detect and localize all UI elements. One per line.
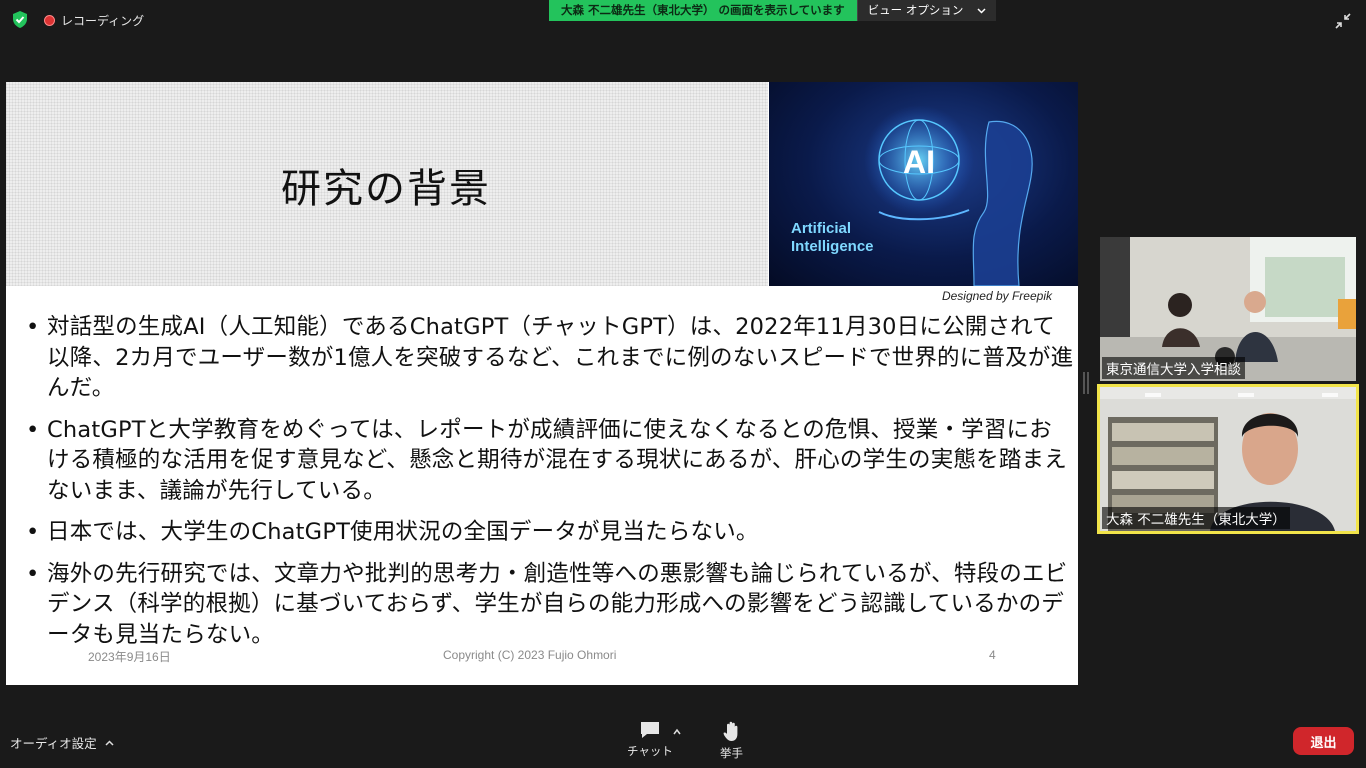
recording-label: レコーディング [61,14,145,28]
recording-dot-icon [44,15,55,26]
chat-options-caret-icon[interactable] [673,728,681,736]
participant-name: 東京通信大学入学相談 [1102,357,1245,379]
ai-image-caption: Artificial Intelligence [791,220,874,256]
view-options-button[interactable]: ビュー オプション [856,0,997,21]
raise-hand-label: 挙手 [720,746,743,760]
recording-indicator[interactable]: レコーディング [44,12,144,29]
shield-check-icon[interactable] [12,11,28,28]
chevron-down-icon [977,7,986,14]
slide-footer-copyright: Copyright (C) 2023 Fujio Ohmori [443,648,617,662]
ai-center-text: AI [903,144,935,180]
slide-header-band: 研究の背景 [6,82,768,286]
view-options-label: ビュー オプション [867,3,964,17]
chevron-up-icon [105,739,114,746]
chat-icon [640,722,659,738]
ai-caption-line1: Artificial [791,220,852,237]
raise-hand-icon [723,721,737,741]
bullet-item: 海外の先行研究では、文章力や批判的思考力・創造性等への悪影響も論じられているが、… [24,559,1074,651]
image-credit: Designed by Freepik [941,289,1052,303]
audio-settings-button[interactable]: オーディオ設定 [10,733,114,752]
panel-resize-handle[interactable] [1083,372,1089,394]
chat-label: チャット [627,744,673,758]
slide-title: 研究の背景 [281,166,491,212]
chat-button[interactable]: チャット [627,720,673,759]
slide-page-number: 4 [989,648,996,662]
bullet-item: ChatGPTと大学教育をめぐっては、レポートが成績評価に使えなくなるとの危惧、… [24,415,1074,507]
ai-illustration: AI Artificial Intelligence [769,82,1078,286]
shared-slide: 研究の背景 AI Artificial Intelligence Designe… [6,82,1078,685]
bullet-item: 日本では、大学生のChatGPT使用状況の全国データが見当たらない。 [24,517,1074,548]
audio-settings-label: オーディオ設定 [10,736,97,751]
bullet-list: 対話型の生成AI（人工知能）であるChatGPT（チャットGPT）は、2022年… [24,312,1074,661]
slide-footer-date: 2023年9月16日 [88,650,171,664]
active-speaker-video-tile[interactable]: 大森 不二雄先生（東北大学） [1097,384,1359,534]
bullet-item: 対話型の生成AI（人工知能）であるChatGPT（チャットGPT）は、2022年… [24,312,1074,404]
speaker-name: 大森 不二雄先生（東北大学） [1102,507,1290,529]
raise-hand-button[interactable]: 挙手 [720,720,743,761]
share-status-text: 大森 不二雄先生（東北大学） の画面を表示しています [549,0,857,21]
leave-button[interactable]: 退出 [1293,727,1354,755]
exit-fullscreen-icon[interactable] [1334,12,1352,30]
screen-share-banner: 大森 不二雄先生（東北大学） の画面を表示しています ビュー オプション [549,0,997,21]
participant-video-tile[interactable]: 東京通信大学入学相談 [1100,237,1356,381]
ai-caption-line2: Intelligence [791,238,874,255]
